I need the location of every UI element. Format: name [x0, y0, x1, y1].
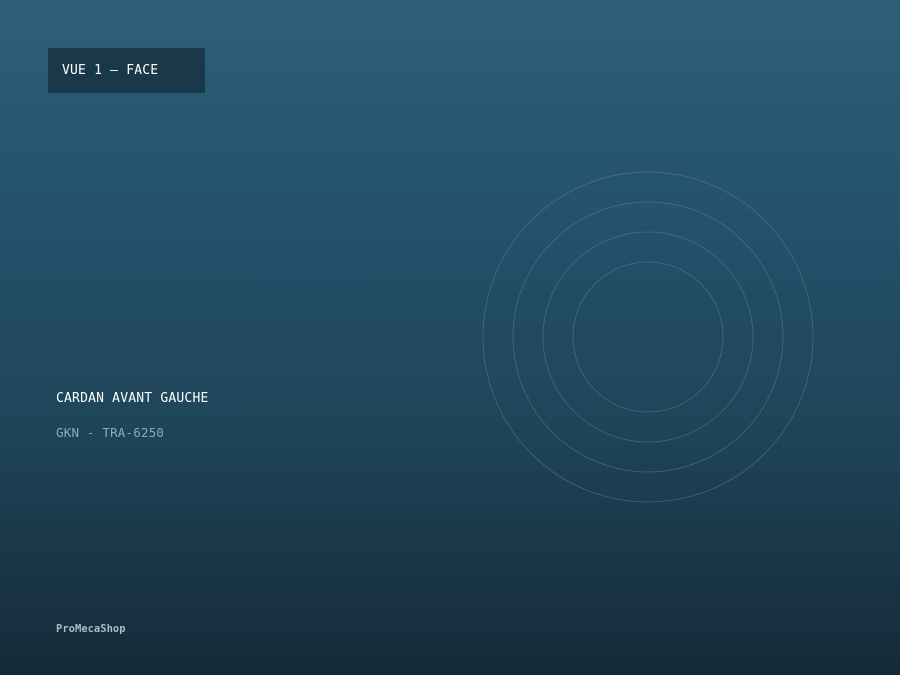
ring-second — [512, 201, 784, 473]
brand-logo-text: ProMecaShop — [56, 623, 126, 635]
product-reference: GKN - TRA-6250 — [56, 425, 165, 440]
product-name: CARDAN AVANT GAUCHE — [56, 391, 209, 406]
view-label-badge: VUE 1 — FACE — [48, 48, 205, 93]
ring-outer — [482, 171, 814, 503]
concentric-rings-icon — [482, 171, 814, 503]
ring-third — [542, 231, 754, 443]
ring-inner — [572, 261, 724, 413]
view-label: VUE 1 — FACE — [62, 63, 159, 78]
